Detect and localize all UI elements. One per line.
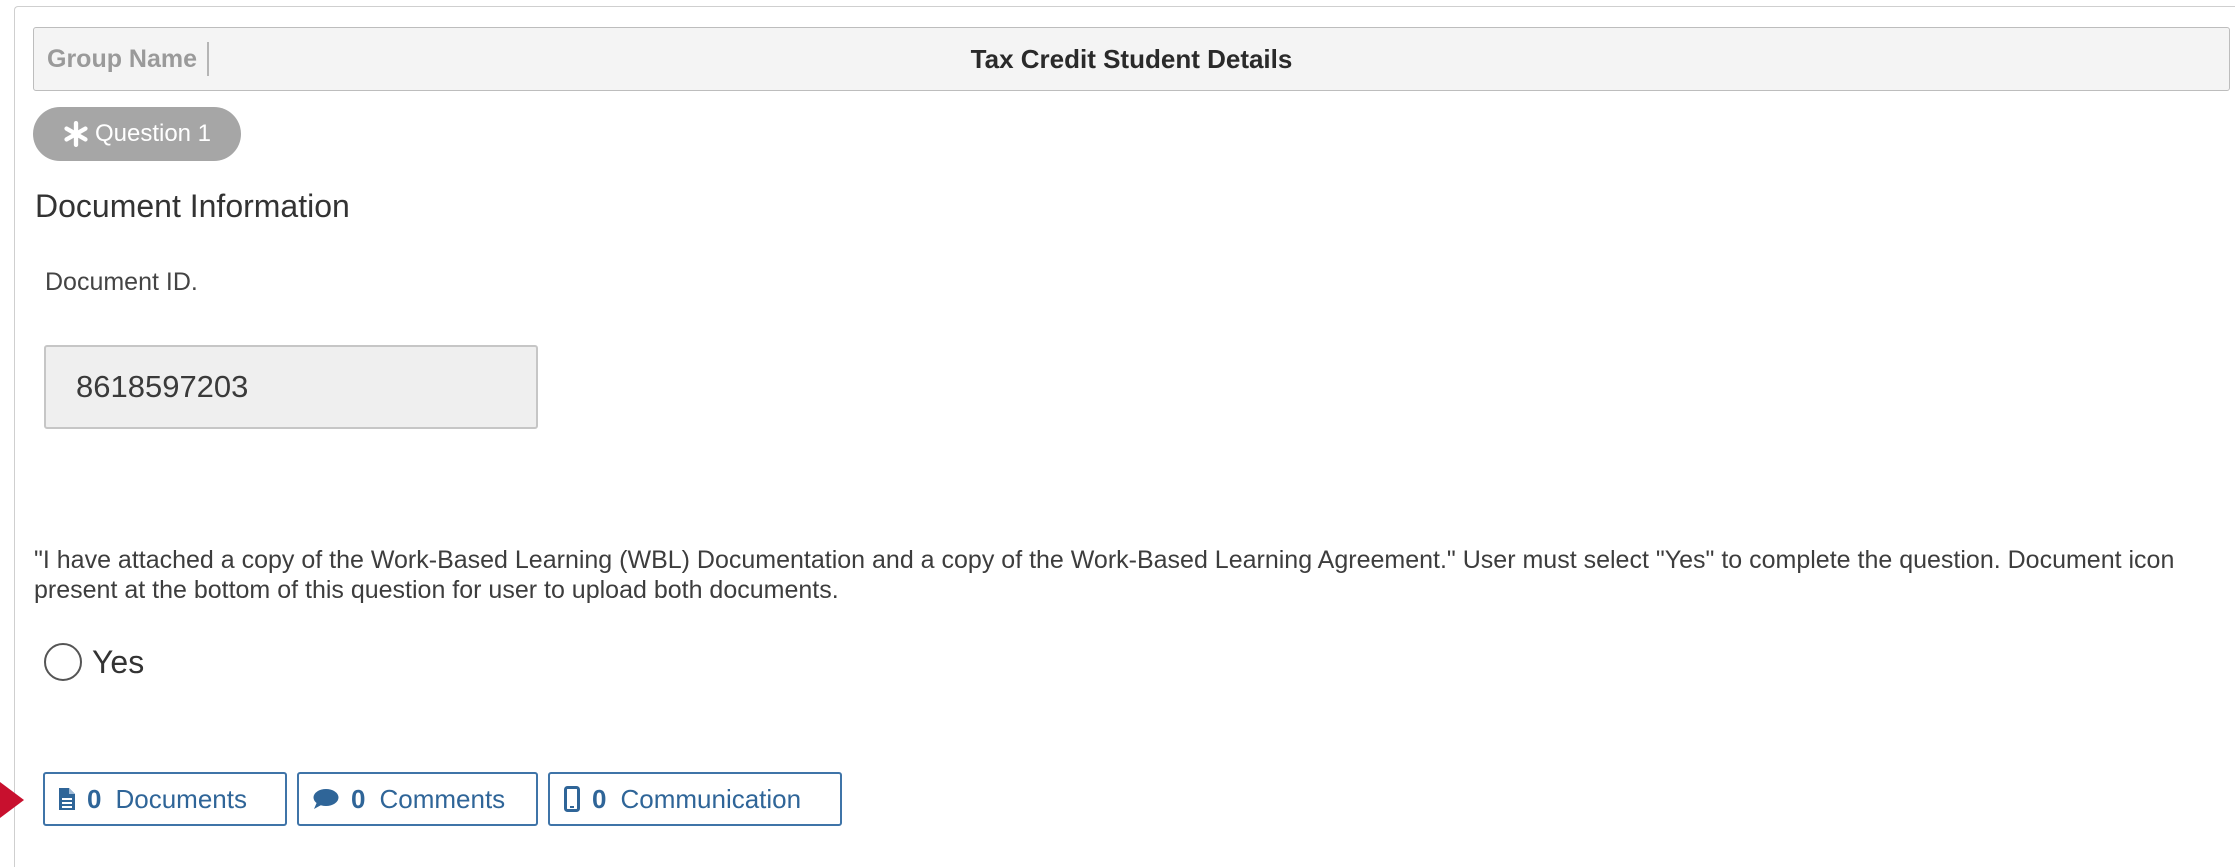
question-badge-label: Question 1 <box>94 120 212 147</box>
documents-count: 0 <box>87 783 102 814</box>
asterisk-icon <box>64 121 88 147</box>
group-title: Tax Credit Student Details <box>970 44 1293 74</box>
comment-icon <box>313 789 339 809</box>
section-title: Document Information <box>35 188 350 224</box>
document-id-label: Document ID. <box>45 268 198 296</box>
communication-button[interactable]: 0 Communication <box>548 772 842 826</box>
communication-label: Communication <box>620 783 802 814</box>
communication-count: 0 <box>592 783 607 814</box>
documents-button[interactable]: 0 Documents <box>43 772 287 826</box>
group-header-bar: Group Name Tax Credit Student Details <box>33 27 2230 91</box>
mobile-icon <box>564 786 580 812</box>
comments-button[interactable]: 0 Comments <box>297 772 538 826</box>
document-id-field[interactable] <box>44 345 538 429</box>
question-action-buttons: 0 Documents 0 Comments 0 Communication <box>43 772 842 826</box>
yes-radio-option[interactable]: Yes <box>44 643 144 681</box>
file-icon <box>59 788 75 810</box>
yes-radio-label: Yes <box>92 643 145 680</box>
pointer-arrow <box>0 782 24 818</box>
comments-count: 0 <box>351 783 366 814</box>
documents-label: Documents <box>115 783 247 814</box>
yes-radio-button[interactable] <box>44 643 82 681</box>
question-badge: Question 1 <box>33 107 241 161</box>
question-text: "I have attached a copy of the Work-Base… <box>34 546 2175 604</box>
question-panel <box>14 6 2235 867</box>
comments-label: Comments <box>379 783 506 814</box>
